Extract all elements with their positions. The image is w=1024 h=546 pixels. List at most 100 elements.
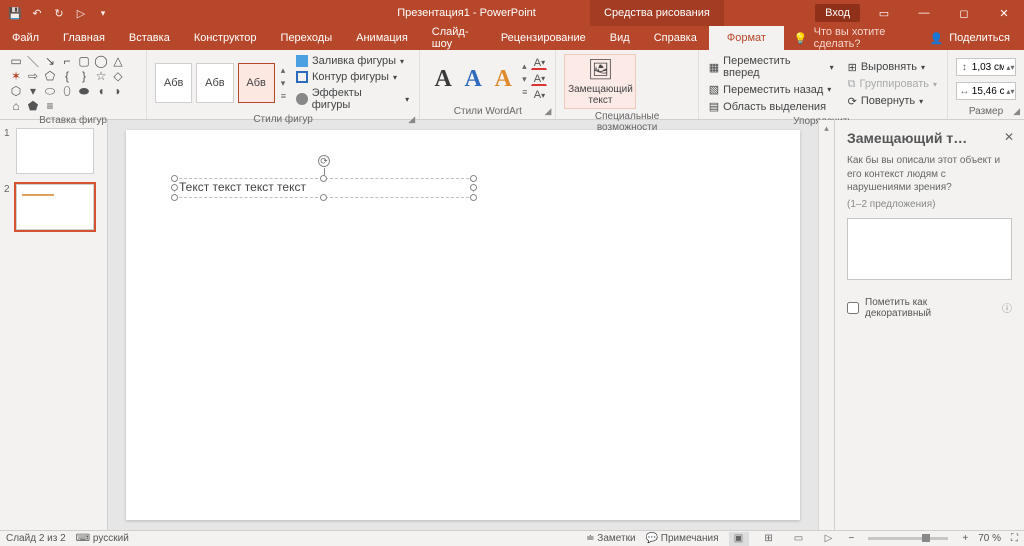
- decorative-checkbox[interactable]: [847, 302, 859, 314]
- shape-heart-icon[interactable]: ⬡: [8, 84, 24, 98]
- vertical-scrollbar[interactable]: ▴: [818, 120, 834, 530]
- decorative-checkbox-row[interactable]: Пометить как декоративный ⓘ: [847, 297, 1012, 319]
- thumbnail-1[interactable]: 1: [6, 128, 101, 174]
- group-button[interactable]: ⧉Группировать ▾: [846, 77, 939, 92]
- height-field[interactable]: [972, 62, 1006, 73]
- slideshow-view-icon[interactable]: ▷: [819, 532, 839, 546]
- alt-text-textarea[interactable]: [847, 218, 1012, 280]
- text-effects-button[interactable]: A ▾: [531, 88, 547, 102]
- redo-icon[interactable]: ↻: [48, 2, 70, 24]
- shape-style-3[interactable]: Абв: [238, 63, 275, 103]
- spinner-icon[interactable]: ▴▾: [1006, 87, 1015, 96]
- ribbon-options-icon[interactable]: ▭: [864, 0, 904, 26]
- save-icon[interactable]: 💾: [4, 2, 26, 24]
- send-backward-button[interactable]: ▧Переместить назад ▾: [707, 82, 836, 97]
- wa-more-icon[interactable]: ≡: [522, 87, 527, 97]
- resize-handle[interactable]: [470, 184, 477, 191]
- shape-poly-icon[interactable]: ⬠: [42, 69, 58, 83]
- shape-line-icon[interactable]: ＼: [25, 54, 41, 68]
- shape-rect-icon[interactable]: ▢: [76, 54, 92, 68]
- bring-forward-button[interactable]: ▦Переместить вперед ▾: [707, 54, 836, 80]
- tab-insert[interactable]: Вставка: [117, 26, 182, 50]
- tab-design[interactable]: Конструктор: [182, 26, 269, 50]
- info-icon[interactable]: ⓘ: [1002, 300, 1012, 315]
- tab-review[interactable]: Рецензирование: [489, 26, 598, 50]
- zoom-thumb[interactable]: [922, 534, 930, 542]
- tab-help[interactable]: Справка: [642, 26, 709, 50]
- share-button[interactable]: 👤 Поделиться: [916, 26, 1024, 50]
- shapes-gallery[interactable]: ▭＼↘⌐▢◯△✶ ⇨⬠{}☆◇⬡▾ ⬭⬯⬬◖◗⌂⬟≡: [8, 54, 138, 113]
- width-field[interactable]: [972, 86, 1006, 97]
- rotate-button[interactable]: ⟳Повернуть ▾: [846, 94, 939, 109]
- shape-connector-icon[interactable]: ⌐: [59, 54, 75, 68]
- shape-line2-icon[interactable]: ↘: [42, 54, 58, 68]
- height-input[interactable]: ↕▴▾: [956, 58, 1016, 76]
- wordart-style-1[interactable]: A: [428, 59, 458, 99]
- shape-b6-icon[interactable]: ⌂: [8, 99, 24, 113]
- resize-handle[interactable]: [470, 175, 477, 182]
- shape-brace2-icon[interactable]: }: [76, 69, 92, 83]
- maximize-icon[interactable]: ◻: [944, 0, 984, 26]
- sign-in-button[interactable]: Вход: [815, 4, 860, 22]
- fit-to-window-icon[interactable]: ⛶: [1011, 533, 1018, 544]
- resize-handle[interactable]: [171, 194, 178, 201]
- shape-b1-icon[interactable]: ⬭: [42, 84, 58, 98]
- shape-effects-button[interactable]: Эффекты фигуры ▾: [294, 86, 411, 112]
- tab-animations[interactable]: Анимация: [344, 26, 420, 50]
- undo-icon[interactable]: ↶: [26, 2, 48, 24]
- scroll-up-icon[interactable]: ▴: [819, 120, 834, 136]
- shape-b2-icon[interactable]: ⬯: [59, 84, 75, 98]
- resize-handle[interactable]: [320, 194, 327, 201]
- zoom-in-icon[interactable]: +: [962, 533, 968, 544]
- selected-textbox[interactable]: ⟳ Текст текст текст текст: [174, 178, 474, 198]
- spinner-icon[interactable]: ▴▾: [1006, 63, 1015, 72]
- gallery-down-icon[interactable]: ▾: [25, 84, 41, 98]
- shape-brace-icon[interactable]: {: [59, 69, 75, 83]
- shape-star-icon[interactable]: ☆: [93, 69, 109, 83]
- resize-handle[interactable]: [320, 175, 327, 182]
- shape-b3-icon[interactable]: ⬬: [76, 84, 92, 98]
- comments-button[interactable]: 💬 Примечания: [646, 533, 719, 544]
- dialog-launcher-size-icon[interactable]: ◢: [1013, 106, 1020, 117]
- shape-b4-icon[interactable]: ◖: [93, 84, 109, 98]
- gallery-expand-icon[interactable]: ≡: [42, 99, 58, 113]
- tab-format[interactable]: Формат: [709, 26, 784, 50]
- shape-fill-button[interactable]: Заливка фигуры ▾: [294, 54, 411, 68]
- normal-view-icon[interactable]: ▣: [729, 532, 749, 546]
- tell-me-search[interactable]: 💡 Что вы хотите сделать?: [784, 26, 916, 50]
- shape-style-2[interactable]: Абв: [196, 63, 233, 103]
- shape-oval-icon[interactable]: ◯: [93, 54, 109, 68]
- zoom-out-icon[interactable]: −: [849, 533, 855, 544]
- shape-more-icon[interactable]: ✶: [8, 69, 24, 83]
- tab-slideshow[interactable]: Слайд-шоу: [420, 26, 489, 50]
- style-gallery-up-icon[interactable]: ▴: [281, 65, 286, 76]
- tab-transitions[interactable]: Переходы: [269, 26, 345, 50]
- wa-down-icon[interactable]: ▾: [522, 74, 527, 85]
- shape-outline-button[interactable]: Контур фигуры ▾: [294, 70, 411, 84]
- slide-counter[interactable]: Слайд 2 из 2: [6, 533, 66, 544]
- minimize-icon[interactable]: —: [904, 0, 944, 26]
- shape-arrow-icon[interactable]: ⇨: [25, 69, 41, 83]
- thumbnail-2[interactable]: 2: [6, 184, 101, 230]
- resize-handle[interactable]: [470, 194, 477, 201]
- language-indicator[interactable]: ⌨ русский: [76, 533, 129, 544]
- style-gallery-down-icon[interactable]: ▾: [281, 78, 286, 89]
- wordart-style-2[interactable]: A: [458, 59, 488, 99]
- tab-view[interactable]: Вид: [598, 26, 642, 50]
- rotation-handle[interactable]: ⟳: [318, 155, 330, 167]
- shape-tri-icon[interactable]: △: [110, 54, 126, 68]
- shape-style-1[interactable]: Абв: [155, 63, 192, 103]
- zoom-slider[interactable]: [868, 537, 948, 540]
- text-fill-button[interactable]: A ▾: [531, 56, 547, 70]
- pane-close-icon[interactable]: ✕: [1004, 130, 1014, 144]
- resize-handle[interactable]: [171, 175, 178, 182]
- style-gallery-more-icon[interactable]: ≡: [281, 91, 286, 101]
- wa-up-icon[interactable]: ▴: [522, 61, 527, 72]
- resize-handle[interactable]: [171, 184, 178, 191]
- tab-home[interactable]: Главная: [51, 26, 117, 50]
- shape-b5-icon[interactable]: ◗: [110, 84, 126, 98]
- width-input[interactable]: ↔▴▾: [956, 82, 1016, 100]
- align-button[interactable]: ⊞Выровнять ▾: [846, 60, 939, 75]
- notes-button[interactable]: ≐ Заметки: [586, 533, 635, 544]
- text-outline-button[interactable]: A ▾: [531, 72, 547, 86]
